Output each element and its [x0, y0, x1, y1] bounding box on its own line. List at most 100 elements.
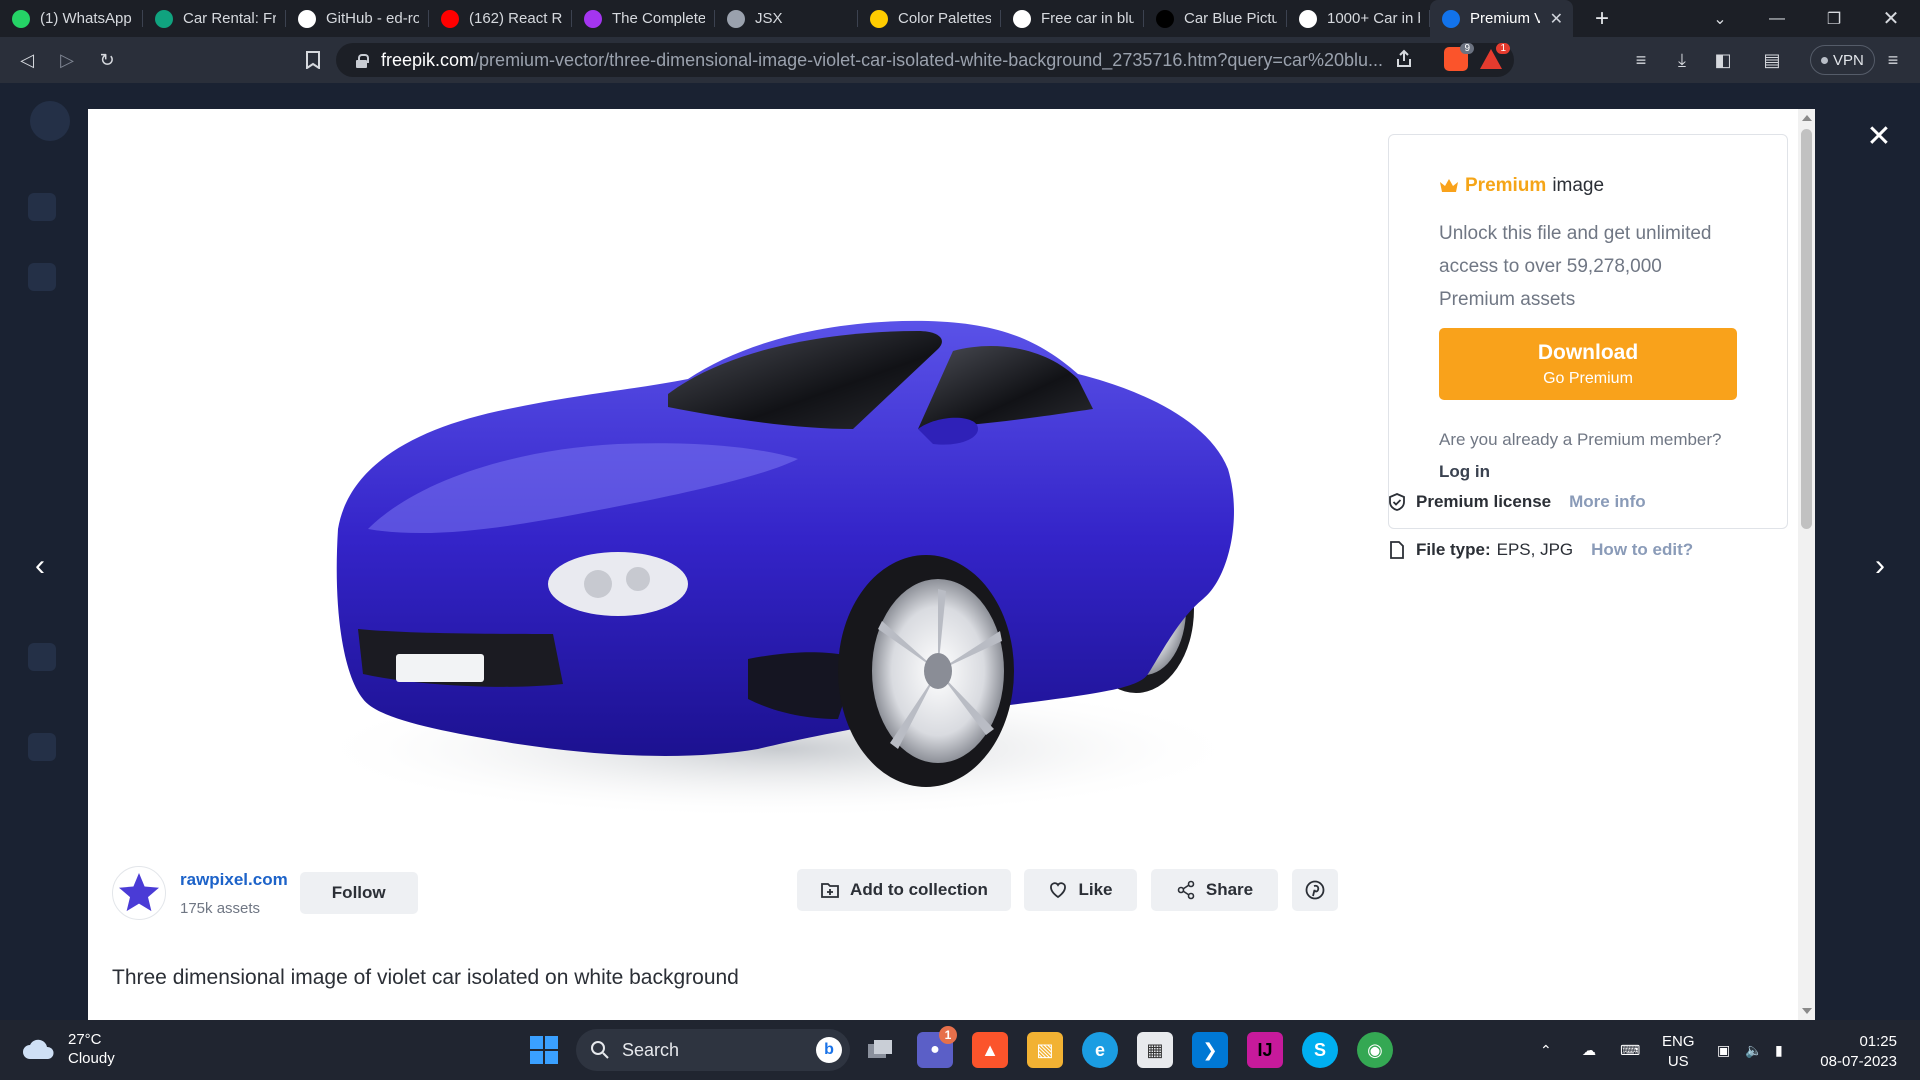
freepik-active-icon — [1442, 9, 1460, 28]
tab-label: GitHub - ed-ro — [326, 10, 419, 27]
modal-scrollbar[interactable] — [1798, 109, 1815, 1020]
previous-image-button[interactable]: ‹ — [20, 546, 60, 586]
backdrop-nav-item — [28, 193, 56, 221]
how-to-edit-link[interactable]: How to edit? — [1591, 540, 1693, 560]
browser-toolbar: ◁ ▷ ↻ freepik.com/premium-vector/three-d… — [0, 37, 1920, 83]
browser-tab[interactable]: The Complete — [572, 0, 715, 37]
add-to-collection-button[interactable]: Add to collection — [797, 869, 1011, 911]
tab-label: (1) WhatsApp — [40, 10, 132, 27]
tab-label: (162) React Re — [469, 10, 562, 27]
login-link[interactable]: Log in — [1439, 462, 1737, 482]
forward-icon[interactable]: ▷ — [52, 45, 82, 75]
close-window-button[interactable]: ✕ — [1862, 0, 1920, 37]
download-button[interactable]: Download Go Premium — [1439, 328, 1737, 400]
store-icon[interactable]: ▦ — [1137, 1032, 1173, 1068]
battery-icon[interactable]: ▮ — [1775, 1020, 1783, 1080]
skype-icon[interactable]: S — [1302, 1032, 1338, 1068]
reload-icon[interactable]: ↻ — [92, 45, 122, 75]
close-tab-icon[interactable]: ✕ — [1550, 9, 1563, 29]
follow-button[interactable]: Follow — [299, 872, 418, 914]
like-label: Like — [1078, 880, 1113, 899]
new-tab-button[interactable]: + — [1589, 5, 1615, 33]
keyboard-icon[interactable]: ⌨ — [1620, 1020, 1640, 1080]
license-row: Premium license More info — [1388, 492, 1646, 512]
browser-tab[interactable]: GitHub - ed-ro — [286, 0, 429, 37]
tab-label: The Complete — [612, 10, 705, 27]
scrollbar-thumb[interactable] — [1801, 129, 1812, 529]
tab-label: Premium Vector — [1470, 10, 1540, 27]
tab-label: JSX — [755, 10, 783, 27]
sidebar-toggle-icon[interactable]: ◧ — [1708, 45, 1738, 75]
address-bar[interactable]: freepik.com/premium-vector/three-dimensi… — [336, 43, 1514, 77]
maximize-button[interactable]: ❐ — [1805, 0, 1863, 37]
browser-tab[interactable]: (162) React Re — [429, 0, 572, 37]
next-image-button[interactable]: › — [1860, 546, 1900, 586]
filetype-row: File type: EPS, JPG How to edit? — [1388, 540, 1693, 560]
bookmark-icon[interactable] — [298, 45, 328, 75]
wifi-icon[interactable]: ▣ — [1717, 1020, 1730, 1080]
back-icon[interactable]: ◁ — [12, 45, 42, 75]
avatar[interactable] — [112, 866, 166, 920]
task-view-icon[interactable] — [862, 1032, 898, 1068]
add-to-collection-label: Add to collection — [850, 880, 988, 899]
playlist-icon[interactable]: ≡ — [1626, 45, 1656, 75]
vpn-button[interactable]: VPN — [1810, 45, 1875, 75]
weather-widget[interactable]: 27°C Cloudy — [22, 1030, 115, 1068]
search-placeholder: Search — [622, 1039, 680, 1060]
shields-badge: 9 — [1460, 43, 1474, 54]
browser-tab[interactable]: Premium Vector ✕ — [1430, 0, 1573, 37]
taskbar-search[interactable]: Search b — [576, 1029, 850, 1071]
author-block: rawpixel.com 175k assets Follow — [112, 866, 418, 920]
scroll-up-icon[interactable] — [1802, 115, 1812, 121]
teams-chat-icon[interactable]: ● 1 — [917, 1026, 957, 1068]
premium-card: Premium image Unlock this file and get u… — [1388, 134, 1788, 529]
close-modal-button[interactable]: ✕ — [1861, 118, 1897, 154]
backdrop-logo — [30, 101, 70, 141]
chatgpt-icon — [155, 9, 173, 28]
start-icon[interactable] — [526, 1032, 562, 1068]
browser-tab[interactable]: Car Blue Pictur — [1144, 0, 1287, 37]
menu-icon[interactable]: ≡ — [1878, 45, 1908, 75]
scroll-down-icon[interactable] — [1802, 1008, 1812, 1014]
browser-tab[interactable]: (1) WhatsApp — [0, 0, 143, 37]
browser-tab[interactable]: 1000+ Car in b — [1287, 0, 1430, 37]
brave-shields-icon[interactable]: 9 — [1444, 43, 1474, 71]
tab-search-icon[interactable]: ⌄ — [1691, 0, 1749, 37]
volume-icon[interactable]: 🔈 — [1745, 1020, 1762, 1080]
brave-taskbar-icon[interactable]: ▲ — [972, 1032, 1008, 1068]
browser-tab[interactable]: Car Rental: Free — [143, 0, 286, 37]
vpn-label: VPN — [1833, 51, 1864, 69]
share-page-icon[interactable] — [1394, 49, 1414, 74]
language-indicator[interactable]: ENG US — [1662, 1032, 1695, 1072]
show-hidden-icons[interactable]: ⌃ — [1540, 1020, 1552, 1080]
vscode-icon[interactable]: ❯ — [1192, 1032, 1228, 1068]
minimize-button[interactable]: — — [1748, 0, 1806, 37]
member-question: Are you already a Premium member? — [1439, 430, 1722, 449]
browser-tab[interactable]: Color Palettes — [858, 0, 1001, 37]
browser-tab[interactable]: Free car in blue — [1001, 0, 1144, 37]
author-name[interactable]: rawpixel.com — [180, 870, 288, 890]
clock[interactable]: 01:25 08-07-2023 — [1815, 1032, 1897, 1072]
tab-strip: (1) WhatsApp Car Rental: Free GitHub - ed-… — [0, 0, 1920, 37]
filetype-label: File type: — [1416, 540, 1491, 559]
chrome-icon[interactable]: ◉ — [1357, 1032, 1393, 1068]
browser-tab[interactable]: JSX — [715, 0, 858, 37]
windows-taskbar: 27°C Cloudy Search b ● 1 ▲ ▧ e ▦ ❯ IJ S … — [0, 1020, 1920, 1080]
bing-icon[interactable]: b — [816, 1037, 842, 1063]
wallet-icon[interactable]: ▤ — [1757, 45, 1787, 75]
premium-heading: Premium image — [1439, 175, 1737, 197]
premium-description: Unlock this file and get unlimited acces… — [1439, 223, 1712, 310]
downloads-icon[interactable]: ⤓ — [1667, 45, 1697, 75]
more-info-link[interactable]: More info — [1569, 492, 1646, 512]
network-off-icon[interactable]: ☁ — [1582, 1020, 1596, 1080]
backdrop-nav-item — [28, 263, 56, 291]
car-image — [278, 279, 1308, 859]
pinterest-button[interactable] — [1292, 869, 1338, 911]
share-button[interactable]: Share — [1151, 869, 1278, 911]
region-code: US — [1667, 1053, 1689, 1070]
shield-check-icon — [1389, 493, 1405, 511]
like-button[interactable]: Like — [1024, 869, 1137, 911]
file-explorer-icon[interactable]: ▧ — [1027, 1032, 1063, 1068]
intellij-icon[interactable]: IJ — [1247, 1032, 1283, 1068]
edge-icon[interactable]: e — [1082, 1032, 1118, 1068]
